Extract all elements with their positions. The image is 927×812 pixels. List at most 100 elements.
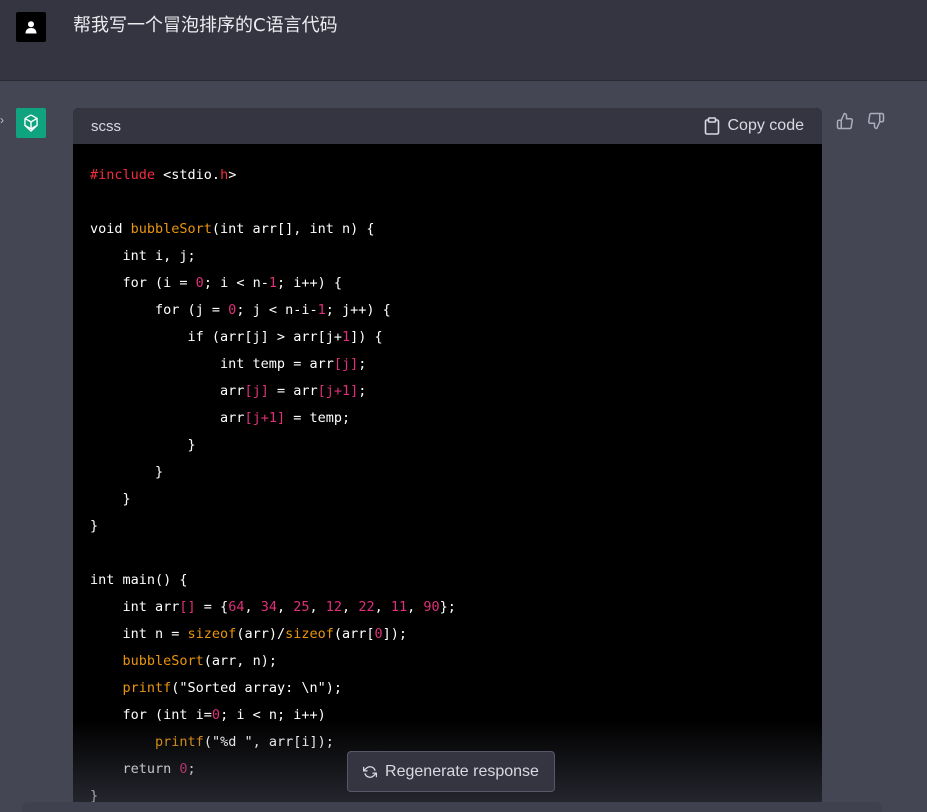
code-line: for (i = 0; i < n-1; i++) { [90,270,805,297]
code-token: 0 [179,761,188,777]
code-token: return [90,761,180,777]
thumbs-up-icon [836,112,853,130]
code-line: void bubbleSort(int arr[], int n) { [90,216,805,243]
code-token: , [276,599,294,615]
code-token: if (arr[j] > arr[j+ [90,329,342,345]
code-language-label: scss [91,117,121,135]
code-token: 1 [268,275,277,291]
code-token: = { [195,599,229,615]
code-token: ("%d ", arr[i]); [203,734,334,750]
message-input-bar[interactable] [22,802,882,812]
code-line: int main() { [90,567,805,594]
copy-code-label: Copy code [727,117,805,134]
code-token: void [90,221,131,237]
code-line: arr[j] = arr[j+1]; [90,378,805,405]
thumbs-up-button[interactable] [836,112,854,135]
code-token: } [90,491,131,507]
code-token: ("Sorted array: \n"); [171,680,342,696]
code-token: 0 [195,275,204,291]
code-token: sizeof [187,626,237,642]
code-token: 1 [341,329,351,345]
code-token: [j] [244,383,269,399]
code-token: , [342,599,359,615]
code-line: if (arr[j] > arr[j+1]) { [90,324,805,351]
code-token: (arr, n); [203,653,277,669]
code-token: , [244,599,261,615]
code-token: (arr)/ [236,626,286,642]
code-token: int main() { [90,572,188,588]
code-token: ]); [382,626,408,642]
copy-code-button[interactable]: Copy code [704,117,805,135]
code-line: #include <stdio.h> [90,162,805,189]
code-line: } [90,513,805,540]
code-token: } [90,464,164,480]
code-token: [] [179,599,196,615]
code-token: , [374,599,391,615]
thumbs-down-button[interactable] [867,112,885,135]
user-avatar [16,12,46,42]
code-block: scss Copy code #include <stdio.h> void bu… [73,108,822,812]
code-token: } [90,437,196,453]
code-token: ]) { [350,329,383,345]
code-token: int temp = arr [90,356,334,372]
code-token: 0 [374,626,383,642]
code-token: printf [155,734,204,750]
code-line: int i, j; [90,243,805,270]
code-token: [j+1] [244,410,286,426]
code-token: }; [439,599,456,615]
chevron-right-icon[interactable]: › [0,113,4,127]
code-token: int n = [90,626,188,642]
code-token: int i, j; [90,248,196,264]
code-token: = temp; [285,410,351,426]
code-line: int n = sizeof(arr)/sizeof(arr[0]); [90,621,805,648]
code-line: for (int i=0; i < n; i++) [90,702,805,729]
code-token: bubbleSort [122,653,204,669]
code-token: [j+1] [317,383,359,399]
code-token: 1 [317,302,326,318]
code-token: } [90,518,99,534]
code-line: for (j = 0; j < n-i-1; j++) { [90,297,805,324]
code-token: 64 [228,599,245,615]
code-token: #include [90,167,156,183]
code-token: 25 [293,599,310,615]
code-token: 11 [390,599,408,615]
code-token: 0 [211,707,221,723]
code-token: ; [187,761,196,777]
code-token: sizeof [285,626,334,642]
refresh-icon [363,765,378,778]
code-block-header: scss Copy code [73,108,822,144]
code-token: printf [122,680,172,696]
code-token: for (i = [90,275,196,291]
code-line: } [90,432,805,459]
code-token: (int arr[], int n) { [211,221,375,237]
code-token: [j] [333,356,359,372]
code-token: <stdio. [155,167,221,183]
code-line: int temp = arr[j]; [90,351,805,378]
code-token: arr [90,410,245,426]
code-line: int arr[] = {64, 34, 25, 12, 22, 11, 90}… [90,594,805,621]
code-line: } [90,486,805,513]
regenerate-label: Regenerate response [385,762,539,780]
code-token: arr [90,383,245,399]
code-token: ; [358,383,367,399]
code-token: 34 [260,599,277,615]
openai-logo-icon [24,114,38,133]
code-token: ; i < n- [203,275,269,291]
code-token: = arr [268,383,318,399]
code-token: int arr [90,599,180,615]
code-line: } [90,459,805,486]
code-token: (arr[ [333,626,375,642]
code-token: , [309,599,326,615]
clipboard-icon [704,117,719,135]
code-token: ; j++) { [325,302,391,318]
user-message-row: 帮我写一个冒泡排序的C语言代码 [0,0,927,81]
code-line: arr[j+1] = temp; [90,405,805,432]
user-message-text: 帮我写一个冒泡排序的C语言代码 [73,15,338,36]
user-icon [25,21,37,34]
code-token: ; [358,356,367,372]
regenerate-response-button[interactable]: Regenerate response [347,751,555,792]
